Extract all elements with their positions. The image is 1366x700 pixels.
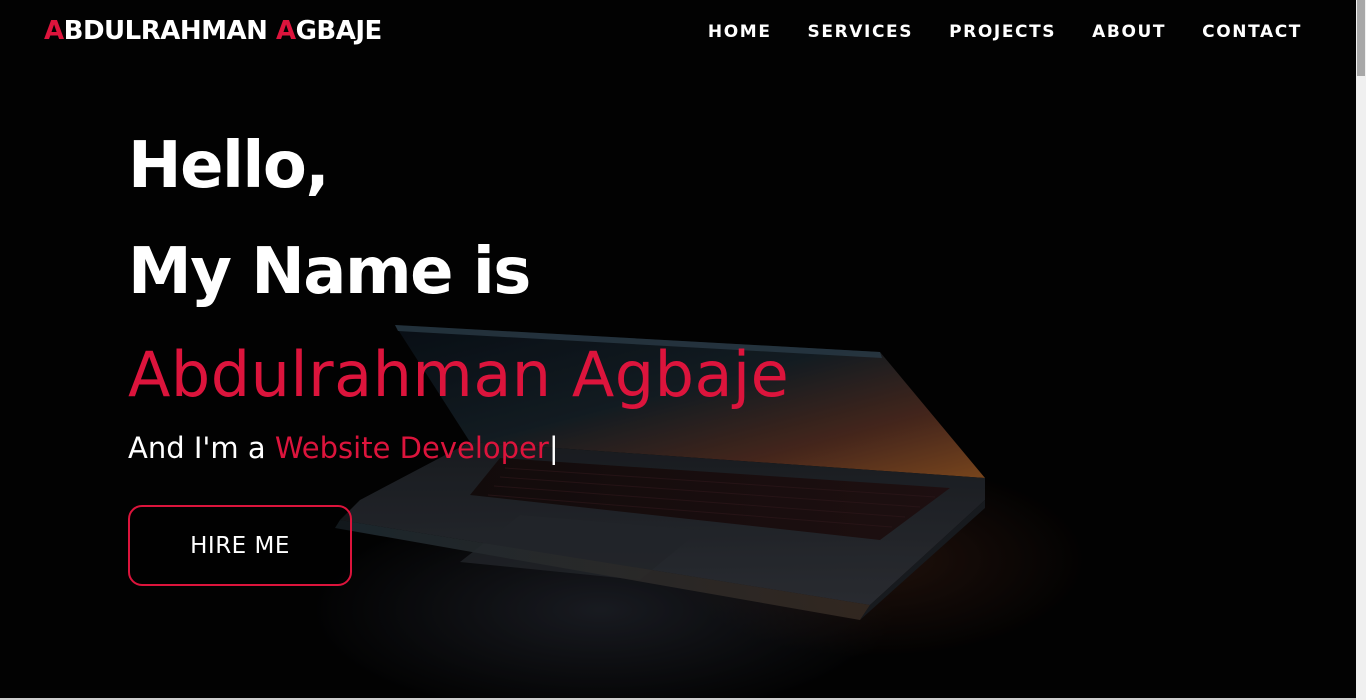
- hero-intro: My Name is: [128, 235, 531, 309]
- logo-first-rest: BDULRAHMAN: [63, 16, 268, 46]
- hire-me-button[interactable]: HIRE ME: [128, 505, 352, 586]
- site-logo[interactable]: ABDULRAHMAN AGBAJE: [44, 16, 382, 46]
- nav-item-projects[interactable]: PROJECTS: [949, 22, 1056, 42]
- hero-greeting: Hello,: [128, 129, 330, 203]
- nav-item-services[interactable]: SERVICES: [808, 22, 914, 42]
- logo-last-rest: GBAJE: [295, 16, 383, 46]
- nav-item-about[interactable]: ABOUT: [1092, 22, 1166, 42]
- hero-name: Abdulrahman Agbaje: [128, 338, 790, 411]
- tagline-prefix: And I'm a: [128, 431, 275, 465]
- tagline-role: Website Developer: [274, 431, 549, 465]
- logo-first-initial: A: [44, 16, 64, 46]
- page-scrollbar[interactable]: [1356, 0, 1366, 700]
- logo-last-initial: A: [275, 16, 296, 46]
- nav-item-home[interactable]: HOME: [708, 22, 772, 42]
- typing-cursor: |: [548, 431, 559, 465]
- navbar: ABDULRAHMAN AGBAJE HOME SERVICES PROJECT…: [0, 0, 1356, 66]
- main-nav: HOME SERVICES PROJECTS ABOUT CONTACT: [672, 22, 1302, 42]
- nav-item-contact[interactable]: CONTACT: [1202, 22, 1302, 42]
- hero-tagline: And I'm a Website Developer|: [128, 434, 559, 463]
- scrollbar-thumb[interactable]: [1357, 0, 1365, 76]
